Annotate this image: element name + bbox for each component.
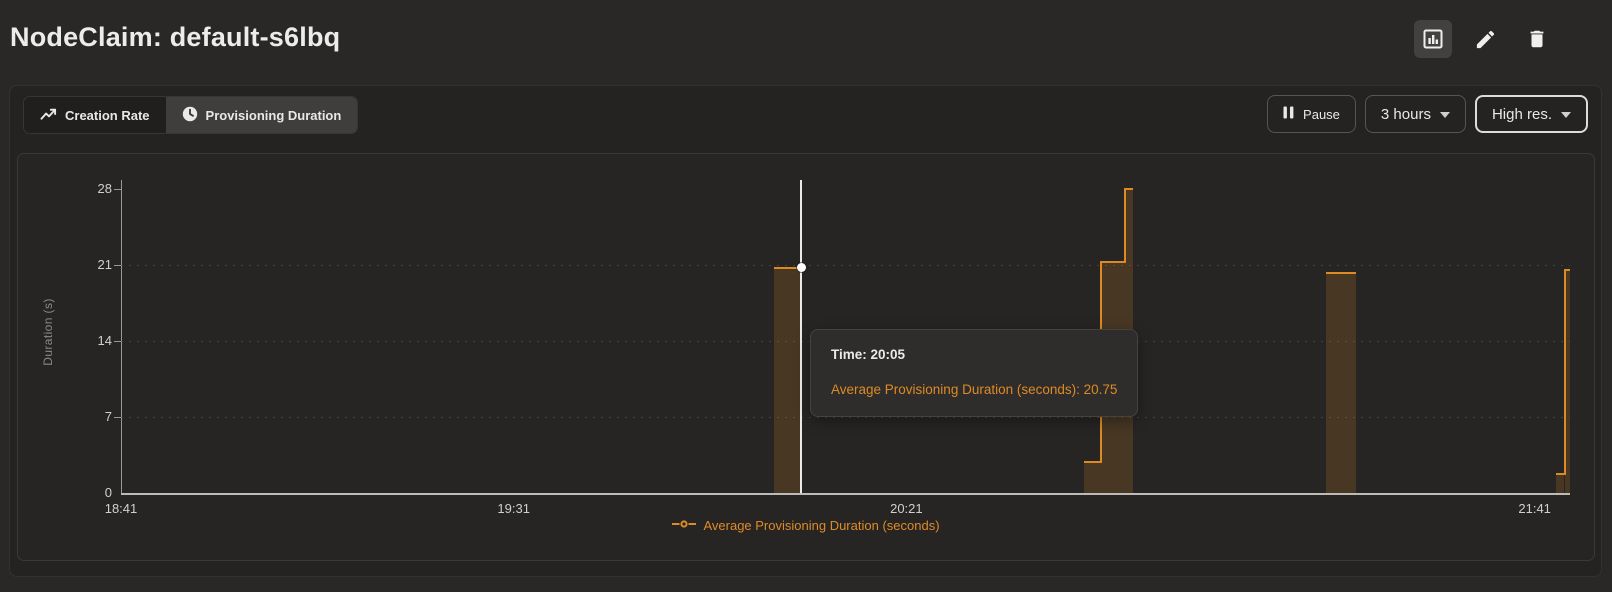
y-axis-tick-mark xyxy=(114,265,121,266)
x-axis-tick-label: 20:21 xyxy=(890,501,923,516)
chart-area-fill xyxy=(1326,274,1357,493)
chart-step-line xyxy=(1125,188,1132,190)
y-axis-tick-label: 7 xyxy=(78,409,112,424)
y-axis-tick-mark xyxy=(114,341,121,342)
chart-panel[interactable]: Duration (s) 0714212818:4119:3120:2121:4… xyxy=(17,153,1595,561)
y-axis-tick-label: 21 xyxy=(78,257,112,272)
y-axis-tick-label: 28 xyxy=(78,181,112,196)
page-title: NodeClaim: default-s6lbq xyxy=(10,22,340,53)
pencil-icon xyxy=(1474,28,1497,51)
chart-step-line xyxy=(1101,261,1125,263)
pause-icon xyxy=(1283,106,1294,122)
chart-step-riser xyxy=(1124,188,1126,263)
legend-label: Average Provisioning Duration (seconds) xyxy=(703,518,939,533)
trend-line-icon xyxy=(40,107,57,124)
hover-crosshair-line xyxy=(800,180,802,493)
hover-point-marker xyxy=(797,263,806,272)
chart-toolbar: Pause 3 hours High res. xyxy=(1267,95,1588,133)
resolution-dropdown[interactable]: High res. xyxy=(1475,95,1588,133)
delete-button[interactable] xyxy=(1518,20,1556,58)
gridline-y xyxy=(121,265,1570,266)
tooltip-time: Time: 20:05 xyxy=(831,347,1117,362)
bar-chart-icon xyxy=(1421,27,1445,51)
x-axis-tick-label: 18:41 xyxy=(105,501,138,516)
tab-label: Provisioning Duration xyxy=(206,108,342,123)
time-range-label: 3 hours xyxy=(1381,106,1431,123)
y-axis-tick-mark xyxy=(114,189,121,190)
chevron-down-icon xyxy=(1440,112,1450,118)
tab-provisioning-duration[interactable]: Provisioning Duration xyxy=(166,97,358,133)
chart-tab-group: Creation Rate Provisioning Duration xyxy=(23,96,358,134)
edit-button[interactable] xyxy=(1466,20,1504,58)
pause-button[interactable]: Pause xyxy=(1267,95,1356,133)
time-range-dropdown[interactable]: 3 hours xyxy=(1365,95,1466,133)
chart-step-line xyxy=(1084,461,1101,463)
chart-area-fill xyxy=(1556,475,1565,493)
chart-area-fill xyxy=(1084,463,1101,493)
chevron-down-icon xyxy=(1561,112,1571,118)
chart-legend[interactable]: Average Provisioning Duration (seconds) xyxy=(18,516,1594,534)
tab-label: Creation Rate xyxy=(65,108,150,123)
pause-label: Pause xyxy=(1303,107,1340,122)
chart-view-button[interactable] xyxy=(1414,20,1452,58)
chart-tooltip: Time: 20:05 Average Provisioning Duratio… xyxy=(810,329,1138,417)
x-axis-tick-label: 19:31 xyxy=(497,501,530,516)
resolution-label: High res. xyxy=(1492,106,1552,123)
x-axis-tick-label: 21:41 xyxy=(1518,501,1551,516)
tooltip-value: Average Provisioning Duration (seconds):… xyxy=(831,382,1117,397)
tab-creation-rate[interactable]: Creation Rate xyxy=(24,97,166,133)
clock-icon xyxy=(182,106,198,125)
y-axis-tick-label: 0 xyxy=(78,485,112,500)
chart-step-riser xyxy=(1564,269,1566,475)
chart-step-line xyxy=(1326,272,1357,274)
trash-icon xyxy=(1526,28,1548,50)
chart-plot-area[interactable]: 0 7 14 21 28 18:41 19:31 20:21 21:41 xyxy=(18,154,1594,560)
y-axis-tick-mark xyxy=(114,417,121,418)
legend-marker-icon xyxy=(672,516,696,534)
header-actions xyxy=(1414,20,1556,58)
nodeclaim-panel: Creation Rate Provisioning Duration Paus… xyxy=(9,85,1602,577)
chart-area-fill xyxy=(774,269,801,493)
y-axis-tick-label: 14 xyxy=(78,333,112,348)
